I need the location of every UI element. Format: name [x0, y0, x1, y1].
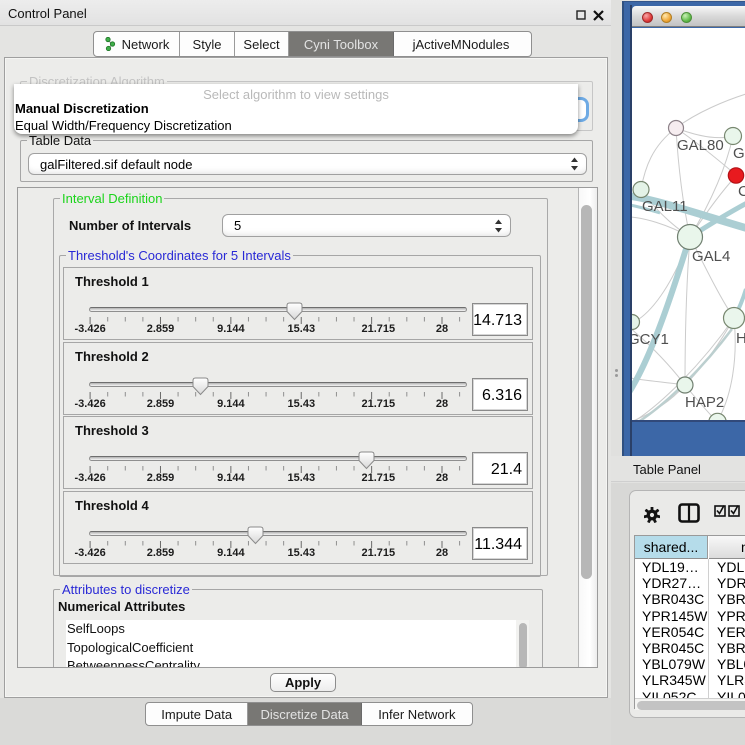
- svg-text:GCY1: GCY1: [632, 331, 669, 348]
- svg-text:C: C: [738, 183, 745, 200]
- svg-text:G.: G.: [733, 145, 745, 162]
- svg-text:H: H: [736, 330, 745, 347]
- svg-text:GAL11: GAL11: [642, 198, 688, 215]
- svg-text:GAL80: GAL80: [677, 137, 724, 154]
- svg-text:HAP2: HAP2: [685, 394, 724, 411]
- svg-text:GAL4: GAL4: [692, 248, 730, 265]
